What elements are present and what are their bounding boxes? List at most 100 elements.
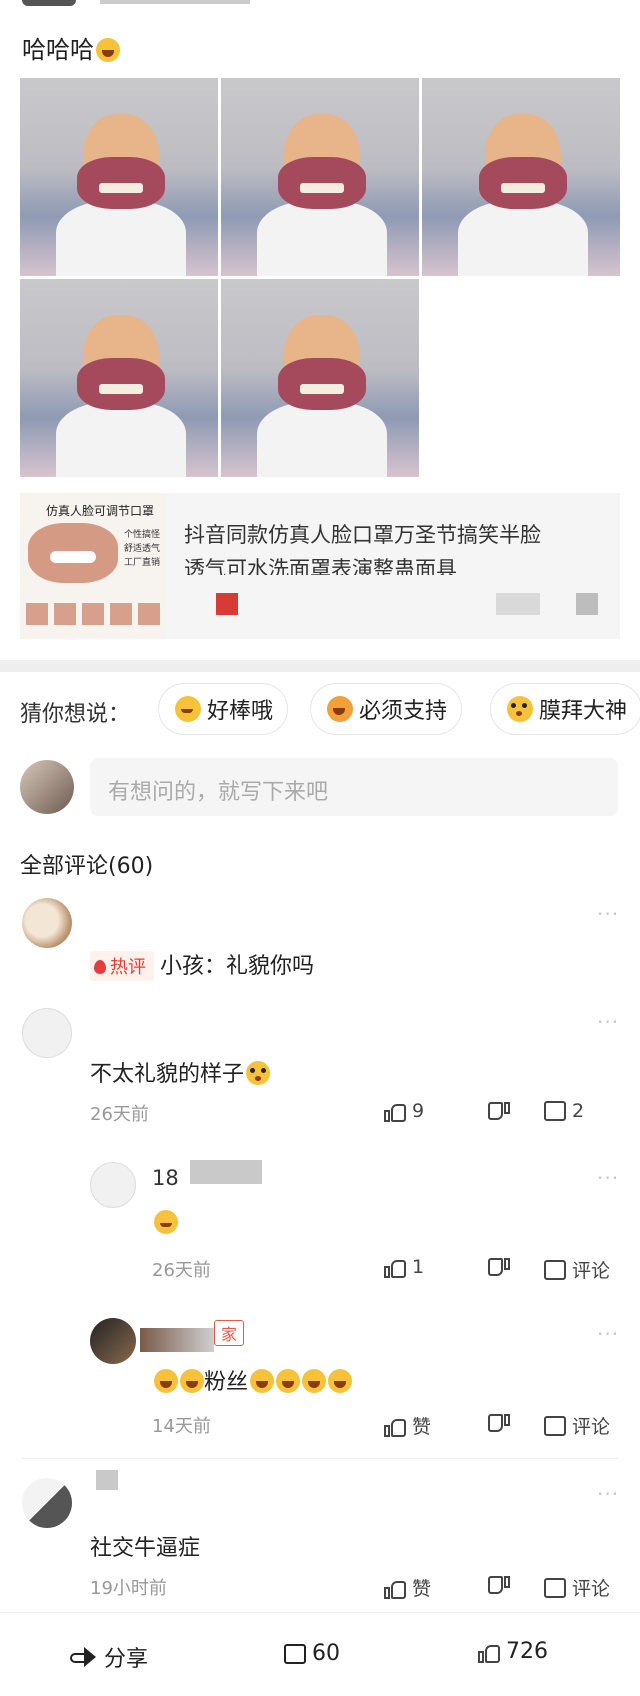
more-options-icon[interactable]: ··· [597,1166,619,1190]
reply-button[interactable]: 评论 [544,1412,610,1439]
thumbs-down-icon [488,1258,510,1280]
comment-divider [22,1458,618,1459]
like-label: 赞 [412,1416,432,1438]
like-button[interactable]: 9 [384,1100,424,1122]
product-thumb-bullet-3: 工厂直销 [124,558,161,568]
more-options-icon[interactable]: ··· [597,1322,619,1346]
more-options-icon[interactable]: ··· [597,902,619,926]
product-thumb-teeth [50,551,96,563]
more-options-icon[interactable]: ··· [597,1010,619,1034]
reply-button[interactable]: 评论 [544,1256,610,1283]
comment-text-3: 社交牛逼症 [90,1536,201,1561]
fire-icon [94,960,106,974]
bottom-bar: 分享 60 726 [0,1612,640,1696]
heart-eyes-emoji-icon [327,696,353,722]
like-button[interactable]: 1 [384,1256,424,1278]
reply-content-2-body: 粉丝 [204,1370,249,1395]
laughing-emoji-icon [302,1369,327,1393]
comment-icon [544,1415,566,1436]
thumbs-down-icon [488,1576,510,1598]
more-options-icon[interactable]: ··· [597,1482,619,1506]
replier-avatar[interactable] [90,1162,136,1208]
comment-icon [544,1101,566,1121]
comment-text-2-body: 不太礼貌的样子 [90,1062,245,1087]
product-thumb-bullet-1: 个性搞怪 [124,530,161,540]
share-button[interactable]: 分享 [70,1641,148,1673]
thumbs-up-icon [478,1641,500,1663]
suggest-chip-support[interactable]: 必须支持 [310,683,463,735]
reply-label: 评论 [572,1260,611,1282]
share-label: 分享 [104,1647,149,1672]
worship-emoji-icon [507,696,533,722]
share-icon [70,1647,96,1667]
like-count: 1 [412,1256,425,1278]
like-button[interactable]: 赞 [384,1412,431,1439]
dislike-button[interactable] [488,1414,516,1436]
flushed-emoji-icon [246,1061,271,1085]
like-post-button[interactable]: 726 [478,1639,548,1664]
comment-text-1-body: 小孩：礼貌你吗 [160,954,315,979]
commenter-avatar[interactable] [22,1478,72,1528]
product-card[interactable]: 仿真人脸可调节口罩 个性搞怪 舒适透气 工厂直销 抖音同款仿真人脸口罩万圣节搞笑… [20,493,620,639]
username-redacted [140,1328,214,1352]
thumbs-up-icon [384,1415,406,1437]
like-count: 726 [506,1639,548,1664]
comment-icon [284,1643,306,1664]
reply-content-2: 粉丝 [152,1364,353,1396]
product-thumb-title: 仿真人脸可调节口罩 [46,504,155,518]
reply-label: 评论 [572,1416,611,1438]
commenter-avatar[interactable] [22,898,72,948]
comment-time: 19小时前 [90,1578,167,1599]
comment-icon [544,1259,566,1280]
clapping-emoji-icon [175,696,201,722]
product-price-redacted [216,593,238,615]
product-sales-redacted [496,593,540,615]
reply-time: 26天前 [152,1260,211,1281]
dislike-button[interactable] [488,1102,516,1124]
role-badge: 家 [214,1320,245,1346]
comment-text-2: 不太礼貌的样子 [90,1056,271,1088]
comment-text-1: 热评 小孩：礼貌你吗 [90,948,314,981]
like-button[interactable]: 赞 [384,1574,431,1601]
post-text: 哈哈哈 [22,30,120,65]
reply-count: 2 [572,1100,585,1122]
reply-button[interactable]: 2 [544,1100,584,1122]
reply-username: 18 [152,1166,179,1190]
product-thumb-variants [26,603,160,625]
comments-button[interactable]: 60 [284,1641,340,1666]
thumbs-up-icon [384,1100,406,1122]
suggest-chip-worship[interactable]: 膜拜大神 [490,683,640,735]
section-divider [0,660,640,672]
post-photo-3[interactable] [422,78,620,276]
like-count: 9 [412,1100,425,1122]
post-photo-1[interactable] [20,78,218,276]
comment-time: 26天前 [90,1104,149,1125]
suggest-chip-label: 必须支持 [359,699,448,724]
commenter-avatar[interactable] [22,1008,72,1058]
product-title-line-2: 透气可水洗面罩表演整蛊面具 [184,557,457,575]
post-header-remnant [22,0,76,6]
product-thumb-bullet-2: 舒适透气 [124,544,161,554]
dislike-button[interactable] [488,1576,516,1598]
post-photo-4[interactable] [20,279,218,477]
suggest-chip-label: 好棒哦 [207,699,274,724]
tears-of-joy-emoji-icon [180,1369,204,1393]
suggest-chip-good[interactable]: 好棒哦 [158,683,289,735]
post-header-meta-remnant [100,0,250,4]
replier-avatar[interactable] [90,1318,136,1364]
reply-button[interactable]: 评论 [544,1574,610,1601]
post-photo-2[interactable] [221,78,419,276]
product-info: 抖音同款仿真人脸口罩万圣节搞笑半脸 透气可水洗面罩表演整蛊面具 [166,493,620,639]
suggest-chip-label: 膜拜大神 [539,699,628,724]
laughing-emoji-icon [328,1369,353,1393]
relieved-emoji-icon [154,1210,178,1234]
post-text-label: 哈哈哈 [22,36,94,64]
product-title-line-1: 抖音同款仿真人脸口罩万圣节搞笑半脸 [184,523,541,547]
comment-input[interactable]: 有想问的，就写下来吧 [90,758,618,816]
role-badge-label: 家 [221,1325,238,1344]
dislike-button[interactable] [488,1258,516,1280]
comment-count: 60 [312,1641,340,1666]
post-photo-5[interactable] [221,279,419,477]
thumbs-up-icon [384,1256,406,1278]
tears-of-joy-emoji-icon [154,1369,178,1393]
